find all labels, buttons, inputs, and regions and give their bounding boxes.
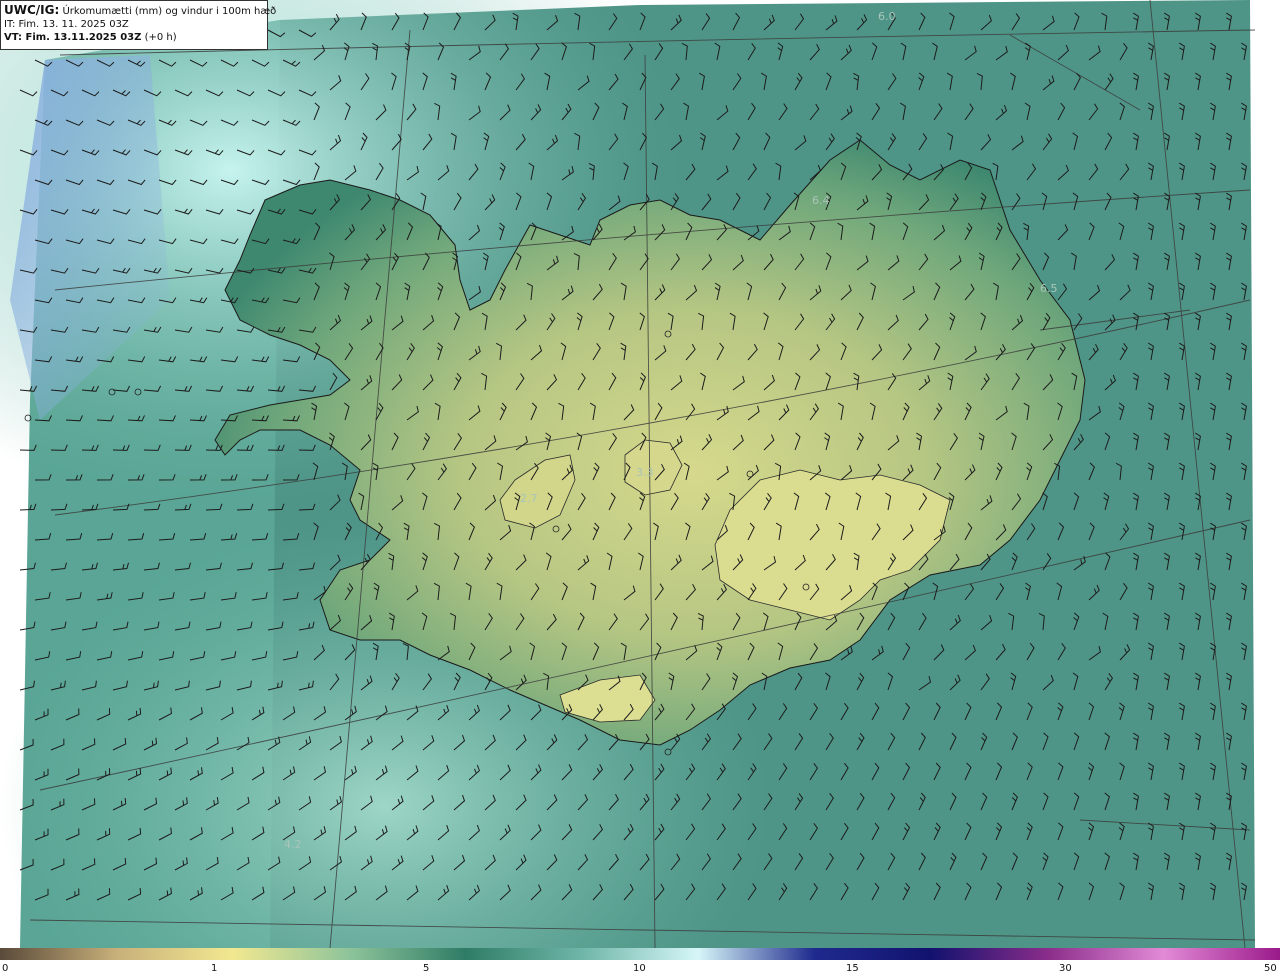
colorbar-tick-label: 50 — [1264, 963, 1277, 974]
colorbar-tick-label: 10 — [633, 963, 646, 974]
map-info-box: UWC/IG: Úrkomumætti (mm) og vindur i 100… — [0, 0, 276, 50]
model-name: UWC/IG: — [4, 3, 60, 17]
contour-label: 6.5 — [1040, 282, 1058, 295]
contour-label: 2.7 — [520, 492, 538, 505]
colorbar-tick-label: 0 — [2, 963, 9, 974]
colorbar-tick-label: 30 — [1059, 963, 1072, 974]
colorbar — [0, 948, 1280, 960]
valid-time: VT: Fim. 13.11.2025 03Z — [4, 32, 142, 43]
colorbar-tick-label: 1 — [211, 963, 218, 974]
initial-time: IT: Fim. 13. 11. 2025 03Z — [4, 19, 129, 30]
contour-label: 3.3 — [636, 466, 654, 479]
lead-time: (+0 h) — [144, 32, 177, 43]
valid-time-line: VT: Fim. 13.11.2025 03Z (+0 h) — [4, 31, 264, 44]
colorbar-ticks: 0 1 5 10 15 30 50 — [0, 960, 1280, 978]
contour-label: 6.0 — [878, 10, 896, 23]
contour-label: 4.2 — [284, 838, 302, 851]
contour-label: 6.4 — [812, 194, 830, 207]
field-description: Úrkomumætti (mm) og vindur i 100m hæð — [62, 6, 277, 17]
map-canvas: 6.0 6.4 6.5 2.7 3.3 4.2 UWC/IG: Úrkomumæ… — [0, 0, 1280, 948]
info-title-line: UWC/IG: Úrkomumætti (mm) og vindur i 100… — [4, 3, 276, 18]
colorbar-tick-label: 15 — [846, 963, 859, 974]
colorbar-tick-label: 5 — [423, 963, 430, 974]
